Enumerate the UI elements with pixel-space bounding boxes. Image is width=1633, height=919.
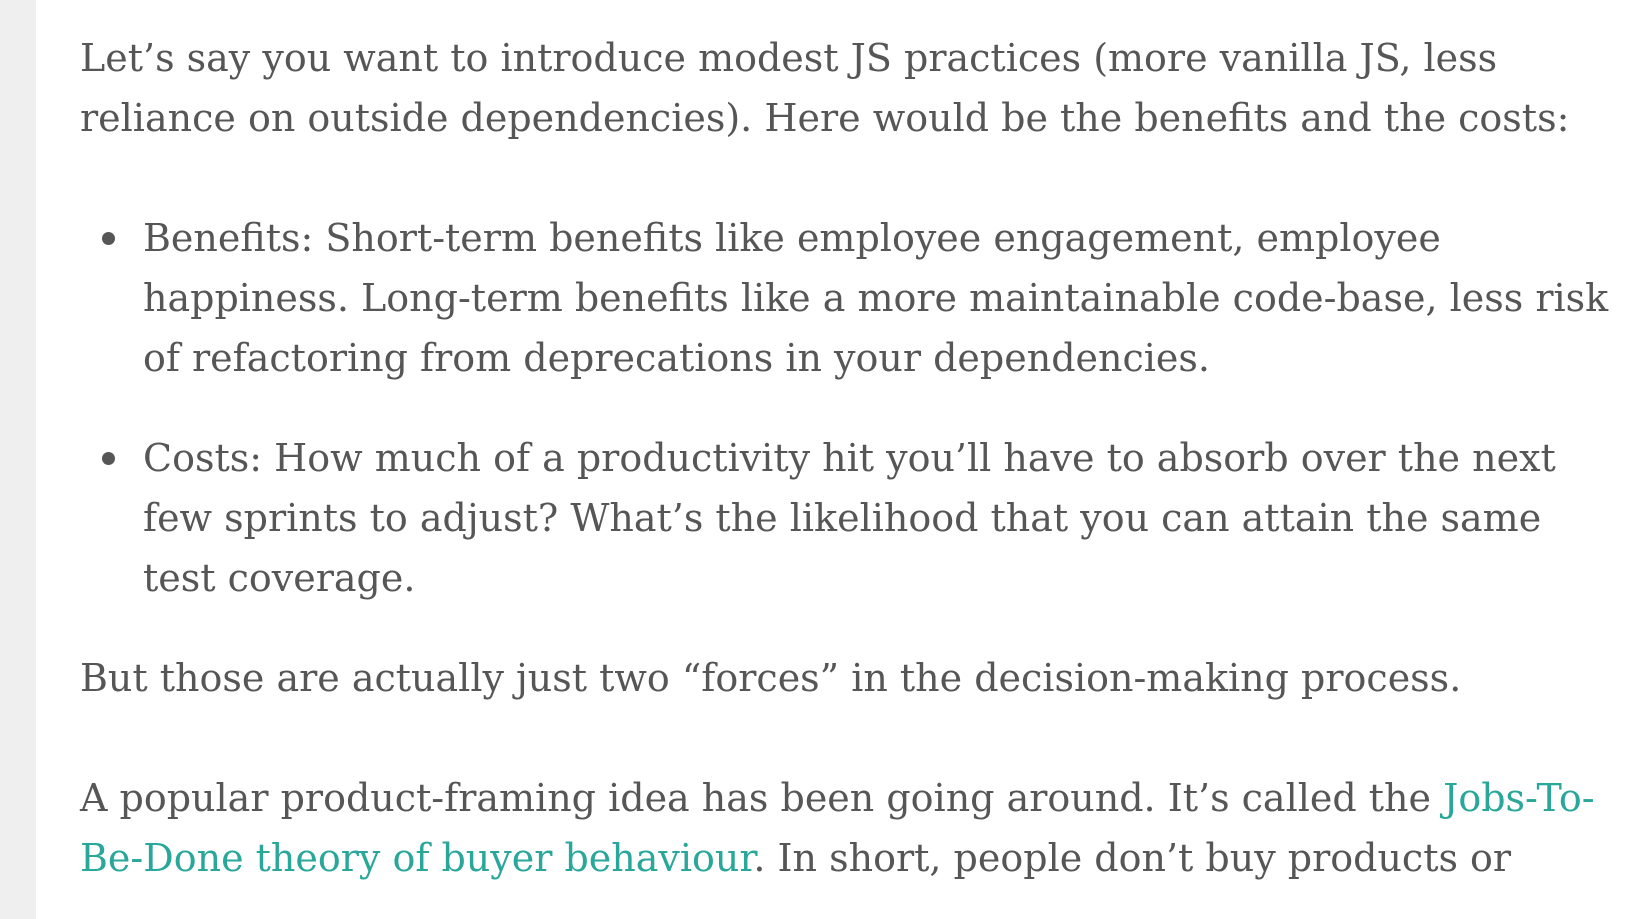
forces-paragraph: But those are actually just two “forces”… bbox=[80, 656, 1462, 700]
jtbd-text-before: A popular product-framing idea has been … bbox=[80, 776, 1444, 820]
intro-paragraph: Let’s say you want to introduce modest J… bbox=[80, 36, 1570, 140]
list-item-text: Benefits: Short-term benefits like emplo… bbox=[143, 216, 1609, 380]
bullet-icon bbox=[102, 232, 115, 245]
list-item-benefits: Benefits: Short-term benefits like emplo… bbox=[80, 208, 1625, 388]
left-gutter bbox=[0, 0, 36, 919]
list-item-text: Costs: How much of a productivity hit yo… bbox=[143, 436, 1556, 600]
bullet-icon bbox=[102, 452, 115, 465]
benefits-costs-list: Benefits: Short-term benefits like emplo… bbox=[80, 208, 1625, 608]
list-item-costs: Costs: How much of a productivity hit yo… bbox=[80, 428, 1625, 608]
article-body: Let’s say you want to introduce modest J… bbox=[80, 28, 1625, 888]
jtbd-text-after: . In short, people don’t buy products or bbox=[753, 836, 1512, 880]
jtbd-paragraph: A popular product-framing idea has been … bbox=[80, 768, 1625, 888]
